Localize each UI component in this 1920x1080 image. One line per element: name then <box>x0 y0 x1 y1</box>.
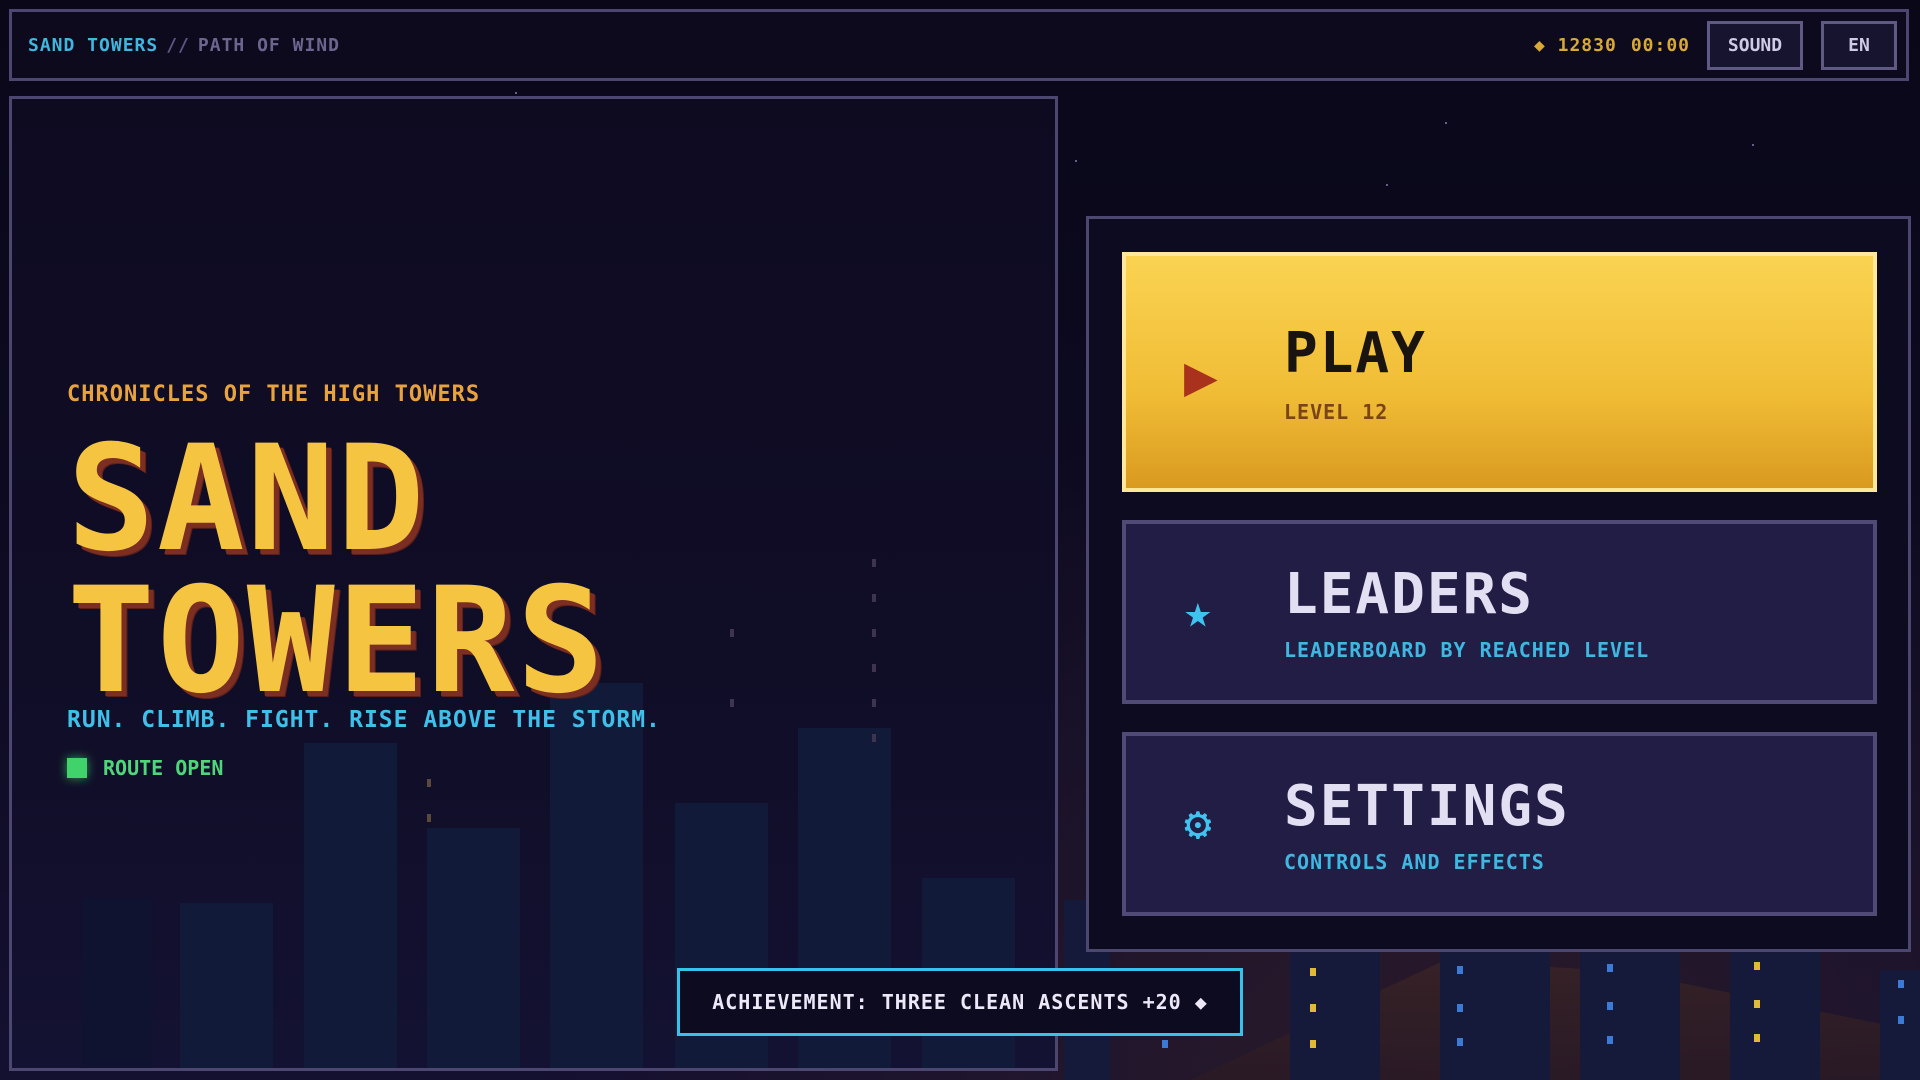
building-window <box>872 594 876 602</box>
timer: 00:00 <box>1630 35 1690 56</box>
top-bar: SAND TOWERS // PATH OF WIND ◆ 12830 00:00 S… <box>9 9 1909 81</box>
building-window <box>872 664 876 672</box>
hero-panel: CHRONICLES OF THE HIGH TOWERS SAND TOWER… <box>9 96 1058 1071</box>
route-status-label: ROUTE OPEN <box>103 756 224 780</box>
leaders-button-sub: LEADERBOARD BY REACHED LEVEL <box>1284 638 1650 662</box>
player-stats: ◆ 12830 00:00 <box>1520 35 1690 56</box>
building-window <box>730 699 734 707</box>
breadcrumb-game-name: SAND TOWERS <box>28 35 159 56</box>
leaders-button[interactable]: ★ LEADERS LEADERBOARD BY REACHED LEVEL <box>1122 520 1877 704</box>
building-window <box>1607 964 1613 972</box>
building-window <box>1457 1004 1463 1012</box>
building-window <box>1310 1040 1316 1048</box>
play-triangle-icon: ▶ <box>1184 344 1218 409</box>
building-window <box>1754 962 1760 970</box>
background-building <box>82 898 152 1068</box>
gear-icon: ⚙ <box>1184 796 1212 850</box>
building-window <box>872 734 876 742</box>
building-window <box>1310 1004 1316 1012</box>
coin-counter: ◆ 12830 <box>1533 35 1617 56</box>
background-building <box>1580 950 1680 1080</box>
leaders-button-label: LEADERS <box>1284 562 1535 627</box>
background-building <box>427 828 520 1068</box>
star-decoration <box>1752 144 1754 146</box>
building-window <box>427 779 431 787</box>
background-building <box>1730 950 1820 1080</box>
hero-eyebrow: CHRONICLES OF THE HIGH TOWERS <box>67 382 481 407</box>
building-window <box>427 814 431 822</box>
status-indicator-icon <box>67 758 87 778</box>
building-window <box>1162 1040 1168 1048</box>
breadcrumb: SAND TOWERS // PATH OF WIND <box>28 35 340 56</box>
settings-button[interactable]: ⚙ SETTINGS CONTROLS AND EFFECTS <box>1122 732 1877 916</box>
building-window <box>1754 1000 1760 1008</box>
hero-tagline: RUN. CLIMB. FIGHT. RISE ABOVE THE STORM. <box>67 707 661 733</box>
breadcrumb-separator: // <box>166 35 190 56</box>
star-decoration <box>1386 184 1388 186</box>
route-status: ROUTE OPEN <box>67 756 223 780</box>
breadcrumb-subtitle: PATH OF WIND <box>197 35 340 56</box>
language-button[interactable]: EN <box>1821 21 1897 70</box>
building-window <box>1898 1016 1904 1024</box>
play-button-level: LEVEL 12 <box>1284 400 1389 424</box>
settings-button-sub: CONTROLS AND EFFECTS <box>1284 850 1545 874</box>
play-button-label: PLAY <box>1284 321 1427 386</box>
star-decoration <box>1075 160 1077 162</box>
building-window <box>1898 980 1904 988</box>
building-window <box>1607 1036 1613 1044</box>
building-window <box>1457 1038 1463 1046</box>
settings-button-label: SETTINGS <box>1284 774 1570 839</box>
sound-button[interactable]: SOUND <box>1707 21 1803 70</box>
building-window <box>872 699 876 707</box>
star-icon: ★ <box>1184 584 1212 638</box>
achievement-text: ACHIEVEMENT: THREE CLEAN ASCENTS +20 ◆ <box>712 990 1208 1014</box>
background-building <box>1290 940 1380 1080</box>
building-window <box>730 629 734 637</box>
play-button[interactable]: ▶ PLAY LEVEL 12 <box>1122 252 1877 492</box>
achievement-toast: ACHIEVEMENT: THREE CLEAN ASCENTS +20 ◆ <box>677 968 1243 1036</box>
star-decoration <box>515 92 517 94</box>
building-window <box>1754 1034 1760 1042</box>
building-window <box>872 559 876 567</box>
game-title-line2: TOWERS <box>67 556 607 726</box>
building-window <box>1457 966 1463 974</box>
building-window <box>1310 968 1316 976</box>
star-decoration <box>1445 122 1447 124</box>
background-building <box>550 683 643 1068</box>
building-window <box>1607 1002 1613 1010</box>
background-building <box>304 743 397 1068</box>
building-window <box>872 629 876 637</box>
background-building <box>180 903 273 1068</box>
